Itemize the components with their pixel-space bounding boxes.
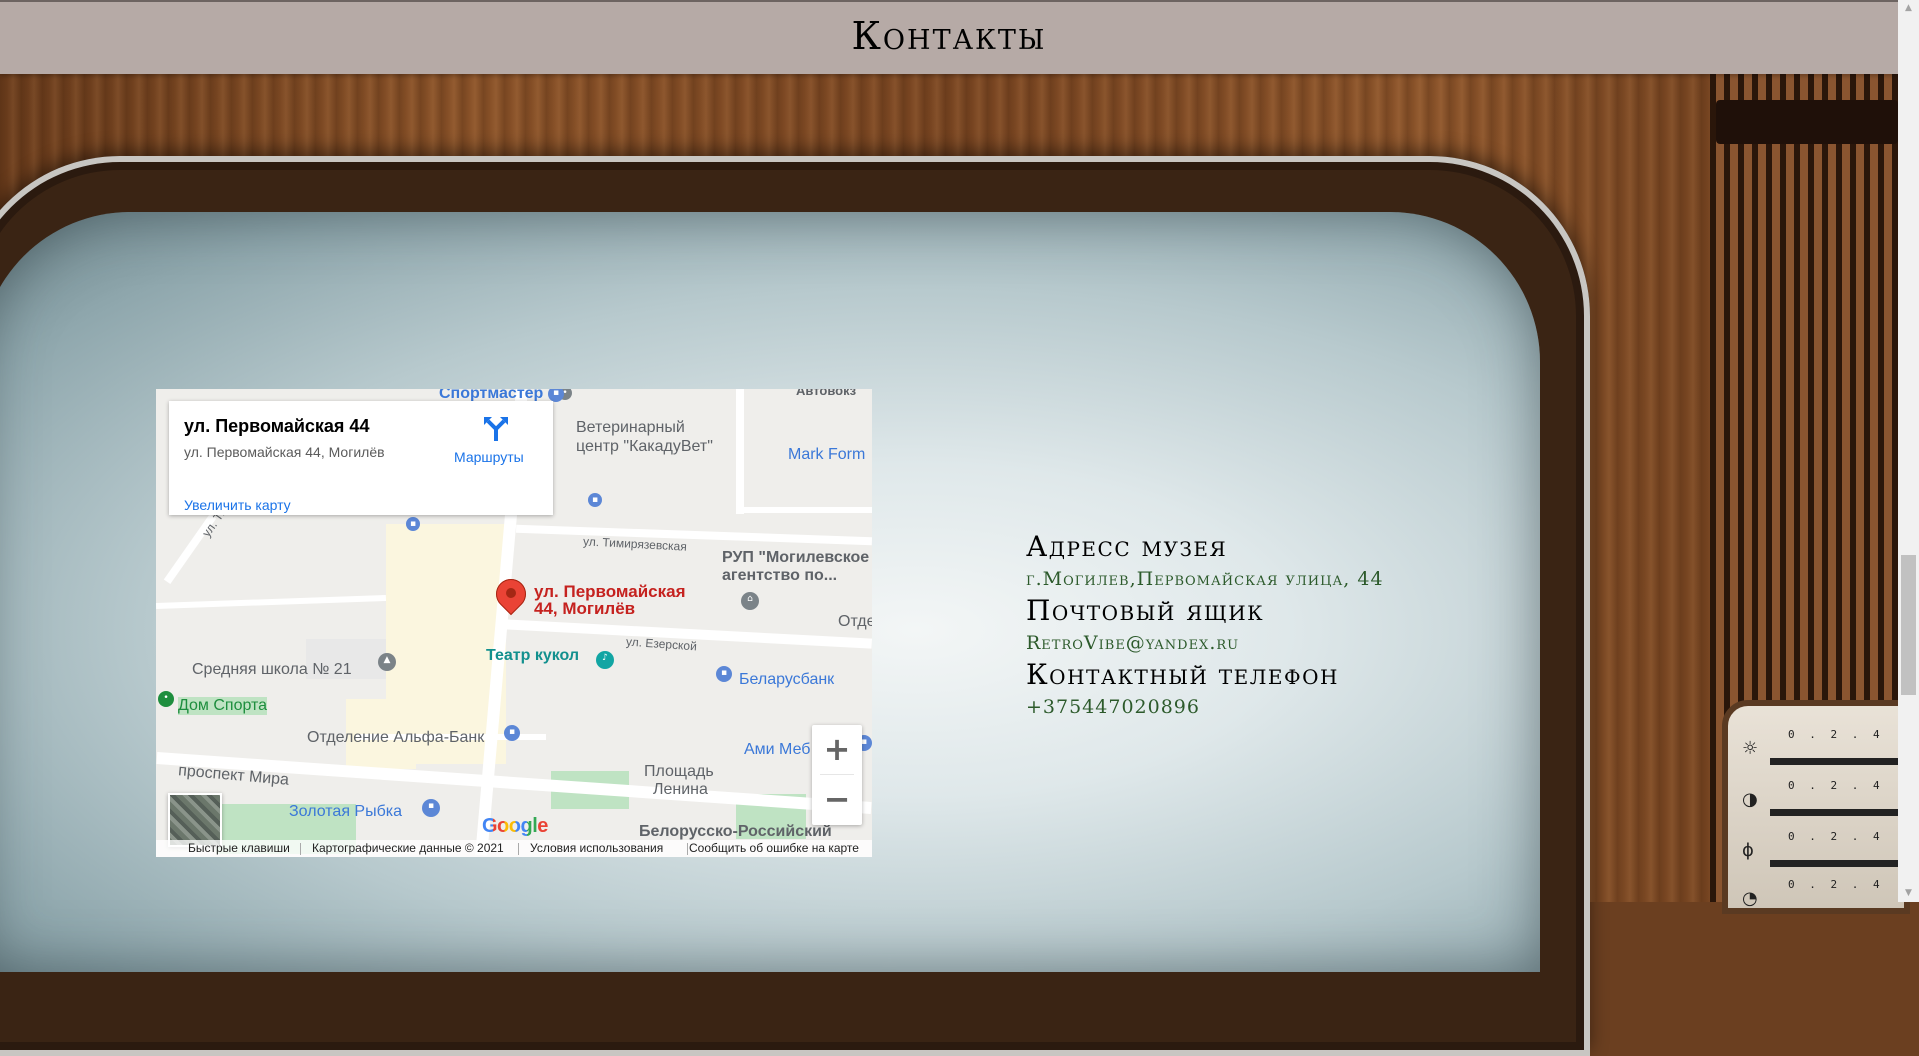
speaker-grill-top <box>1716 100 1898 144</box>
place-label: Театр кукол <box>486 647 580 664</box>
brightness-icon: ☼ <box>1742 738 1759 759</box>
marker-label-line1: ул. Первомайская <box>534 582 686 601</box>
poi-icon[interactable]: ▪ <box>406 517 420 531</box>
place-label: Беларусбанк <box>739 671 835 688</box>
phase-icon: ɸ <box>1742 840 1754 861</box>
place-label: Белорусско-Российский <box>639 823 832 840</box>
bank-pin-icon[interactable]: ▪ <box>504 725 520 741</box>
slider-track <box>1770 797 1900 816</box>
zoom-in-button[interactable]: + <box>812 725 862 775</box>
place-label: Площадь <box>644 763 714 780</box>
scale-label: 0 . 2 . 4 <box>1788 878 1884 891</box>
place-label: агентство по... <box>722 567 838 584</box>
footer-divider <box>518 843 519 855</box>
shop-pin-icon[interactable]: ▪ <box>422 799 440 817</box>
zoom-controls: + − <box>812 725 862 825</box>
bank-pin-icon[interactable]: ▪ <box>716 666 732 682</box>
zoom-out-button[interactable]: − <box>812 775 862 825</box>
place-label: Автовокз <box>796 389 857 398</box>
scale-label: 0 . 2 . 4 <box>1788 728 1884 741</box>
satellite-toggle-button[interactable] <box>168 793 222 847</box>
place-label: Ами Меб <box>744 741 811 758</box>
tv-control-panel: ☼ 0 . 2 . 4 ◑ 0 . 2 . 4 ɸ 0 . 2 . 4 ◔ 0 … <box>1722 700 1910 914</box>
address-heading: Адресс музея <box>1026 530 1228 563</box>
place-label: Ленина <box>653 781 708 798</box>
tone-icon: ◔ <box>1742 888 1758 909</box>
sport-pin-icon[interactable]: • <box>158 691 174 707</box>
address-value: г.Могилев,Первомайская улица, 44 <box>1026 568 1384 590</box>
map-info-card: ул. Первомайская 44 ул. Первомайская 44,… <box>169 401 553 515</box>
page-scrollbar[interactable]: ▲ ▼ <box>1898 0 1919 902</box>
phone-heading: Контактный телефон <box>1026 658 1339 691</box>
government-pin-icon[interactable]: ⌂ <box>741 592 759 610</box>
keyboard-shortcuts-link[interactable]: Быстрые клавиши <box>188 841 290 855</box>
place-label: Дом Спорта <box>178 697 268 715</box>
footer-divider <box>300 843 301 855</box>
page-header: Контакты <box>0 0 1898 74</box>
directions-button[interactable]: Маршруты <box>454 449 524 465</box>
place-address: ул. Первомайская 44, Могилёв <box>184 444 385 460</box>
enlarge-map-link[interactable]: Увеличить карту <box>184 498 291 512</box>
marker-label: ул. Первомайская 44, Могилёв <box>534 583 686 617</box>
phone-value[interactable]: +375447020896 <box>1026 696 1200 718</box>
school-pin-icon[interactable]: ▲ <box>378 653 396 671</box>
theater-pin-icon[interactable]: ♪ <box>596 651 614 669</box>
embedded-map[interactable]: Спортмастер Автовокз Ветеринарный центр … <box>156 389 872 857</box>
page-title: Контакты <box>851 14 1047 58</box>
scale-label: 0 . 2 . 4 <box>1788 830 1884 843</box>
place-label: Золотая Рыбка <box>289 803 403 820</box>
slider-track <box>1770 746 1900 765</box>
place-label: Средняя школа № 21 <box>192 661 352 678</box>
place-label: Mark Form <box>788 446 866 463</box>
location-marker-dot <box>506 588 516 598</box>
map-road <box>736 507 872 513</box>
place-label: Отделение Альфа-Банк <box>307 729 485 746</box>
place-label: Ветеринарный <box>576 419 685 436</box>
marker-label-line2: 44, Могилёв <box>534 599 636 618</box>
scale-label: 0 . 2 . 4 <box>1788 779 1884 792</box>
terms-link[interactable]: Условия использования <box>530 841 663 855</box>
contrast-icon: ◑ <box>1742 789 1758 810</box>
google-logo-text: Google <box>482 815 548 837</box>
mail-heading: Почтовый ящик <box>1026 594 1265 627</box>
scroll-up-icon[interactable]: ▲ <box>1898 0 1919 17</box>
place-label: центр "КакадуВет" <box>576 438 713 455</box>
report-error-link[interactable]: Сообщить об ошибке на карте <box>689 841 859 855</box>
place-label: Отде <box>838 613 872 630</box>
directions-icon[interactable] <box>481 413 511 443</box>
map-road <box>736 389 744 514</box>
map-footer: Быстрые клавиши Картографические данные … <box>156 840 872 857</box>
slider-track <box>1770 848 1900 867</box>
place-title: ул. Первомайская 44 <box>184 416 370 436</box>
footer-divider <box>687 843 688 855</box>
scroll-down-icon[interactable]: ▼ <box>1898 885 1919 902</box>
google-logo: Google <box>482 815 548 838</box>
email-link[interactable]: RetroVibe@yandex.ru <box>1026 632 1239 654</box>
place-label: РУП "Могилевское <box>722 549 870 566</box>
bank-pin-icon[interactable]: ▪ <box>588 493 602 507</box>
scrollbar-thumb[interactable] <box>1901 555 1916 695</box>
map-data-label: Картографические данные © 2021 <box>312 841 504 855</box>
